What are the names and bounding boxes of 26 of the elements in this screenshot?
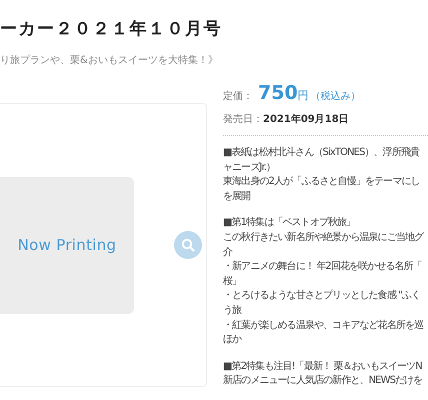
description-line: ・紅葉が楽しめる温泉や、コキアなど花名所を巡 [223, 318, 424, 333]
subtitle: り旅プランや、栗&おいもスイーツを大特集！》 [0, 54, 219, 68]
price-amount: 750 [258, 82, 298, 104]
description-line: 介 [223, 246, 234, 260]
description-line: ■第1特集は「ベストオブ秋旅」 [223, 216, 356, 230]
description-line: ほか [223, 333, 243, 348]
description-line: う旅 [223, 304, 242, 318]
description-line: ・とろけるような甘さとプリッとした食感 "ふく [223, 289, 422, 304]
release-date: 2021年09月18日 [263, 114, 349, 125]
description-line: ャニーズJr.） [223, 160, 276, 175]
description-line: を展開 [223, 190, 252, 204]
page-title: ーカー２０２１年１０月号 [0, 18, 223, 40]
description-line: この秋行きたい新名所や絶景から温泉にご当地グ [223, 230, 425, 245]
release-label: 発売日： [223, 114, 263, 125]
description-line: ■第2特集も注目!「最新！ 栗＆おいもスイーツN [223, 360, 423, 374]
cover-placeholder-text: Now Printing [18, 236, 116, 254]
zoom-button[interactable] [174, 231, 202, 259]
description-line: 東海出身の2人が「ふるさと自慢」をテーマにし [223, 175, 421, 190]
price-label: 定価： [223, 90, 253, 103]
tax-note: （税込み） [310, 90, 361, 103]
search-icon [181, 238, 195, 252]
description-line: 新店のメニューに人気店の新作と、NEWSだけを [223, 374, 424, 388]
description-line: 桜」 [223, 274, 242, 289]
description-line: ・新アニメの舞台に！ 年2回花を咲かせる名所「 [223, 260, 423, 274]
price-unit: 円 [298, 88, 309, 103]
description-line: ■表紙は松村北斗さん（SixTONES）、浮所飛貴 [223, 146, 420, 160]
